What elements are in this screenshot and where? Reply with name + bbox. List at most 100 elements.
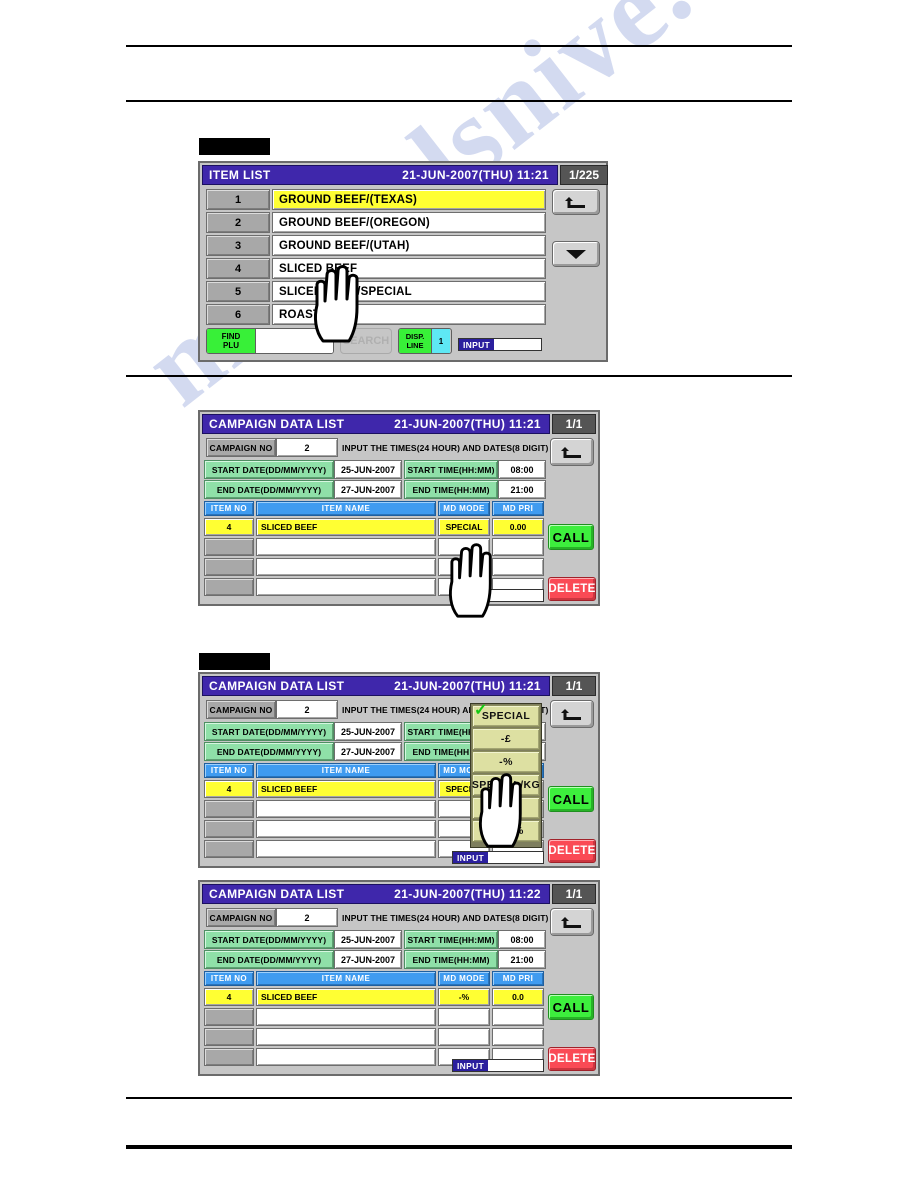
campaign-no-field[interactable]: CAMPAIGN NO 2: [206, 438, 338, 457]
input-value[interactable]: [488, 1060, 543, 1071]
input-bar[interactable]: INPUT: [452, 1059, 544, 1072]
start-date-value[interactable]: 25-JUN-2007: [334, 722, 402, 741]
table-cell-item-name[interactable]: [256, 840, 436, 858]
end-date-field[interactable]: END DATE(DD/MM/YYYY) 27-JUN-2007: [204, 950, 402, 969]
dropdown-option-unit-price[interactable]: U/P: [472, 797, 540, 819]
input-bar[interactable]: INPUT: [452, 589, 544, 602]
end-date-value[interactable]: 27-JUN-2007: [334, 950, 402, 969]
table-cell-item-name[interactable]: [256, 800, 436, 818]
end-time-field[interactable]: END TIME(HH:MM) 21:00: [404, 950, 546, 969]
table-cell-md-pri[interactable]: [492, 1028, 544, 1046]
table-cell-item-name[interactable]: SLICED BEEF: [256, 988, 436, 1006]
back-button[interactable]: [550, 700, 594, 728]
dropdown-option-minus-pound[interactable]: -£: [472, 728, 540, 750]
table-cell-md-mode[interactable]: SPECIAL: [438, 518, 490, 536]
start-date-value[interactable]: 25-JUN-2007: [334, 930, 402, 949]
call-button[interactable]: CALL: [548, 786, 594, 812]
input-value[interactable]: [488, 590, 543, 601]
start-date-field[interactable]: START DATE(DD/MM/YYYY) 25-JUN-2007: [204, 722, 402, 741]
table-cell-item-no[interactable]: [204, 1008, 254, 1026]
list-item[interactable]: 3 GROUND BEEF/(UTAH): [206, 235, 546, 256]
end-date-value[interactable]: 27-JUN-2007: [334, 742, 402, 761]
back-button[interactable]: [550, 438, 594, 466]
table-cell-item-name[interactable]: SLICED BEEF: [256, 780, 436, 798]
back-button[interactable]: [550, 908, 594, 936]
table-cell-md-pri[interactable]: [492, 558, 544, 576]
table-cell-item-name[interactable]: [256, 1048, 436, 1066]
table-cell-md-pri[interactable]: 0.0: [492, 988, 544, 1006]
table-cell-item-no[interactable]: [204, 800, 254, 818]
start-time-field[interactable]: START TIME(HH:MM) 08:00: [404, 930, 546, 949]
table-cell-item-no[interactable]: [204, 1048, 254, 1066]
delete-button[interactable]: DELETE: [548, 1047, 596, 1071]
table-cell-item-name[interactable]: [256, 558, 436, 576]
table-cell-item-no[interactable]: [204, 558, 254, 576]
table-cell-md-mode[interactable]: [438, 538, 490, 556]
start-date-field[interactable]: START DATE(DD/MM/YYYY) 25-JUN-2007: [204, 930, 402, 949]
dropdown-option-minus-percent[interactable]: -%: [472, 751, 540, 773]
end-date-field[interactable]: END DATE(DD/MM/YYYY) 27-JUN-2007: [204, 480, 402, 499]
table-cell-md-pri[interactable]: 0.00: [492, 518, 544, 536]
table-cell-md-mode[interactable]: [438, 558, 490, 576]
md-mode-dropdown[interactable]: ✓ SPECIAL -£ -% SPECIAL/KG U/P U/P -%: [470, 703, 542, 848]
search-button[interactable]: SEARCH: [340, 328, 392, 354]
call-button[interactable]: CALL: [548, 524, 594, 550]
list-item[interactable]: 5 SLICED BEEF/SPECIAL: [206, 281, 546, 302]
dropdown-option-special[interactable]: ✓ SPECIAL: [472, 702, 540, 727]
table-cell-item-name[interactable]: [256, 538, 436, 556]
campaign-no-field[interactable]: CAMPAIGN NO 2: [206, 700, 338, 719]
start-time-field[interactable]: START TIME(HH:MM) 08:00: [404, 460, 546, 479]
start-date-field[interactable]: START DATE(DD/MM/YYYY) 25-JUN-2007: [204, 460, 402, 479]
table-cell-item-name[interactable]: SLICED BEEF: [256, 518, 436, 536]
end-time-field[interactable]: END TIME(HH:MM) 21:00: [404, 480, 546, 499]
table-cell-item-no[interactable]: 4: [204, 988, 254, 1006]
input-value[interactable]: [494, 339, 541, 350]
delete-button[interactable]: DELETE: [548, 839, 596, 863]
table-cell-item-name[interactable]: [256, 578, 436, 596]
list-item[interactable]: 4 SLICED BEEF: [206, 258, 546, 279]
campaign-no-value[interactable]: 2: [276, 438, 338, 457]
table-cell-md-pri[interactable]: [492, 538, 544, 556]
find-plu-field[interactable]: FIND PLU: [206, 328, 334, 354]
end-time-value[interactable]: 21:00: [498, 950, 546, 969]
disp-line-value[interactable]: 1: [431, 329, 450, 353]
disp-line-selector[interactable]: DISP. LINE 1: [398, 328, 452, 354]
input-bar[interactable]: INPUT: [458, 338, 542, 351]
table-cell-item-name[interactable]: [256, 820, 436, 838]
table-cell-md-mode[interactable]: -%: [438, 988, 490, 1006]
dropdown-option-special-kg[interactable]: SPECIAL/KG: [472, 774, 540, 796]
table-cell-item-name[interactable]: [256, 1008, 436, 1026]
table-cell-item-no[interactable]: [204, 840, 254, 858]
dropdown-option-unit-price-percent[interactable]: U/P -%: [472, 820, 540, 842]
campaign-no-field[interactable]: CAMPAIGN NO 2: [206, 908, 338, 927]
table-cell-md-mode[interactable]: [438, 1028, 490, 1046]
table-cell-item-no[interactable]: [204, 1028, 254, 1046]
input-bar[interactable]: INPUT: [452, 851, 544, 864]
list-item[interactable]: 2 GROUND BEEF/(OREGON): [206, 212, 546, 233]
start-time-value[interactable]: 08:00: [498, 460, 546, 479]
table-cell-item-no[interactable]: [204, 538, 254, 556]
end-date-field[interactable]: END DATE(DD/MM/YYYY) 27-JUN-2007: [204, 742, 402, 761]
campaign-no-value[interactable]: 2: [276, 908, 338, 927]
list-item[interactable]: 6 ROAST BEEF: [206, 304, 546, 325]
table-cell-md-pri[interactable]: [492, 1008, 544, 1026]
start-date-value[interactable]: 25-JUN-2007: [334, 460, 402, 479]
table-cell-item-no[interactable]: 4: [204, 518, 254, 536]
delete-button[interactable]: DELETE: [548, 577, 596, 601]
table-cell-item-no[interactable]: 4: [204, 780, 254, 798]
start-time-value[interactable]: 08:00: [498, 930, 546, 949]
table-cell-item-name[interactable]: [256, 1028, 436, 1046]
call-button[interactable]: CALL: [548, 994, 594, 1020]
end-time-value[interactable]: 21:00: [498, 480, 546, 499]
scroll-down-button[interactable]: [552, 241, 600, 267]
table-cell-item-no[interactable]: [204, 578, 254, 596]
back-button[interactable]: [552, 189, 600, 215]
check-icon: ✓: [474, 702, 488, 719]
input-value[interactable]: [488, 852, 543, 863]
end-date-value[interactable]: 27-JUN-2007: [334, 480, 402, 499]
table-cell-md-mode[interactable]: [438, 1008, 490, 1026]
list-item[interactable]: 1 GROUND BEEF/(TEXAS): [206, 189, 546, 210]
table-cell-item-no[interactable]: [204, 820, 254, 838]
campaign-no-value[interactable]: 2: [276, 700, 338, 719]
find-plu-input[interactable]: [256, 329, 333, 353]
